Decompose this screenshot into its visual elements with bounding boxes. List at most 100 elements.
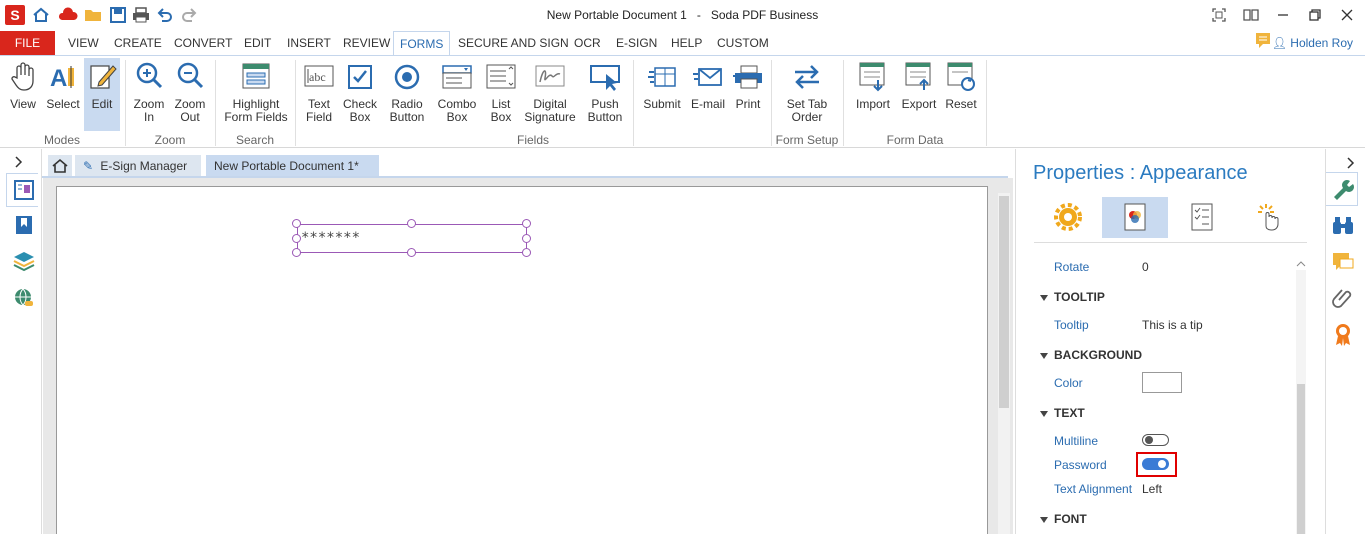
wrench-icon[interactable] [1331, 178, 1355, 202]
fullscreen-icon[interactable] [1208, 4, 1230, 26]
tab-actions[interactable] [1236, 197, 1302, 238]
view-button[interactable]: View [6, 58, 40, 130]
close-icon[interactable] [1336, 4, 1358, 26]
tooltip-section[interactable]: TOOLTIP [1040, 290, 1105, 304]
bookmark-icon[interactable] [13, 214, 35, 236]
submit-button[interactable]: Submit [641, 58, 683, 130]
restore-icon[interactable] [1304, 4, 1326, 26]
thumbnails-icon[interactable] [13, 179, 35, 201]
rotate-value[interactable]: 0 [1142, 260, 1149, 274]
cloud-icon[interactable] [57, 6, 79, 24]
combo-box-button[interactable]: Combo Box [436, 58, 478, 130]
tab-esign-manager[interactable]: ✎ E-Sign Manager [75, 155, 201, 177]
open-folder-icon[interactable] [84, 6, 102, 24]
minimize-icon[interactable] [1272, 4, 1294, 26]
home-icon[interactable] [32, 6, 50, 24]
background-color-picker[interactable] [1142, 372, 1182, 393]
multiline-toggle[interactable] [1142, 434, 1169, 446]
email-button[interactable]: E-mail [689, 58, 727, 130]
highlight-fields-icon [242, 63, 270, 89]
import-button[interactable]: Import [852, 58, 894, 130]
resize-handle[interactable] [407, 219, 416, 228]
digital-signature-button[interactable]: Digital Signature [524, 58, 576, 130]
check-box-button[interactable]: Check Box [341, 58, 379, 130]
push-button-button[interactable]: Push Button [584, 58, 626, 130]
export-icon [905, 62, 931, 90]
reset-button[interactable]: Reset [942, 58, 980, 130]
layers-icon[interactable] [13, 250, 35, 272]
select-button[interactable]: A Select [44, 58, 82, 130]
menu-ocr[interactable]: OCR [568, 31, 607, 55]
resize-handle[interactable] [522, 248, 531, 257]
print-icon[interactable] [132, 6, 150, 24]
color-label: Color [1054, 376, 1083, 390]
password-toggle[interactable] [1142, 458, 1169, 470]
comments-icon[interactable] [1331, 250, 1355, 274]
home-tab[interactable] [48, 155, 72, 177]
menu-review[interactable]: REVIEW [337, 31, 396, 55]
radio-icon [394, 64, 420, 90]
resize-handle[interactable] [522, 234, 531, 243]
menu-custom[interactable]: CUSTOM [711, 31, 775, 55]
submit-icon [648, 67, 676, 87]
menu-convert[interactable]: CONVERT [168, 31, 238, 55]
notification-icon[interactable] [1254, 31, 1272, 49]
properties-scroll-thumb[interactable] [1297, 384, 1305, 534]
menu-edit[interactable]: EDIT [238, 31, 277, 55]
background-section[interactable]: BACKGROUND [1040, 348, 1142, 362]
tab-options[interactable] [1169, 197, 1235, 238]
text-section[interactable]: TEXT [1040, 406, 1085, 420]
text-alignment-value[interactable]: Left [1142, 482, 1162, 496]
web-links-icon[interactable] [13, 287, 35, 309]
redo-icon[interactable] [180, 6, 198, 24]
zoom-in-button[interactable]: Zoom In [131, 58, 167, 130]
resize-handle[interactable] [292, 248, 301, 257]
gear-icon [1054, 203, 1082, 231]
chevron-right-icon[interactable] [1344, 156, 1358, 170]
resize-handle[interactable] [292, 234, 301, 243]
zoom-out-button[interactable]: Zoom Out [172, 58, 208, 130]
group-search-label: Search [235, 133, 275, 147]
document-scroll-thumb[interactable] [999, 196, 1009, 408]
menu-create[interactable]: CREATE [108, 31, 168, 55]
printer-icon [733, 65, 762, 89]
text-field-button[interactable]: abc Text Field [300, 58, 338, 130]
set-tab-order-button[interactable]: Set Tab Order [781, 58, 833, 130]
menu-secure-and-sign[interactable]: SECURE AND SIGN [452, 31, 575, 55]
print-form-button[interactable]: Print [731, 58, 765, 130]
chevron-right-icon[interactable] [12, 155, 26, 169]
tab-new-portable-document[interactable]: New Portable Document 1* × [206, 155, 379, 195]
list-box-button[interactable]: List Box [483, 58, 519, 130]
edit-button[interactable]: Edit [84, 58, 120, 131]
save-icon[interactable] [109, 6, 127, 24]
tab-divider [1034, 242, 1307, 243]
menu-forms[interactable]: FORMS [393, 31, 451, 55]
menu-view[interactable]: VIEW [62, 31, 105, 55]
tooltip-value[interactable]: This is a tip [1142, 318, 1203, 332]
collapse-triangle-icon [1040, 352, 1048, 359]
radio-button-button[interactable]: Radio Button [386, 58, 428, 130]
user-account[interactable]: 👤︎ Holden Roy [1272, 31, 1353, 55]
tab-general[interactable] [1035, 197, 1101, 238]
binoculars-icon[interactable] [1331, 214, 1355, 238]
paperclip-icon[interactable] [1331, 286, 1355, 310]
export-button[interactable]: Export [898, 58, 940, 130]
menu-insert[interactable]: INSERT [281, 31, 337, 55]
font-section[interactable]: FONT [1040, 512, 1087, 526]
certificate-icon[interactable] [1331, 322, 1355, 346]
reading-mode-icon[interactable] [1240, 4, 1262, 26]
menu-help[interactable]: HELP [665, 31, 708, 55]
scroll-up-icon[interactable] [1296, 260, 1306, 268]
app-logo[interactable]: S [5, 5, 25, 25]
resize-handle[interactable] [407, 248, 416, 257]
highlight-form-fields-button[interactable]: Highlight Form Fields [222, 58, 290, 130]
menu-file[interactable]: FILE [0, 31, 55, 55]
tab-appearance[interactable] [1102, 197, 1168, 238]
window-title: New Portable Document 1 - Soda PDF Busin… [546, 8, 819, 22]
title-bar: S New Portable Document 1 - Soda PDF Bus… [0, 0, 1365, 30]
undo-icon[interactable] [156, 6, 174, 24]
collapse-triangle-icon [1040, 516, 1048, 523]
menu-esign[interactable]: E-SIGN [610, 31, 663, 55]
resize-handle[interactable] [522, 219, 531, 228]
resize-handle[interactable] [292, 219, 301, 228]
